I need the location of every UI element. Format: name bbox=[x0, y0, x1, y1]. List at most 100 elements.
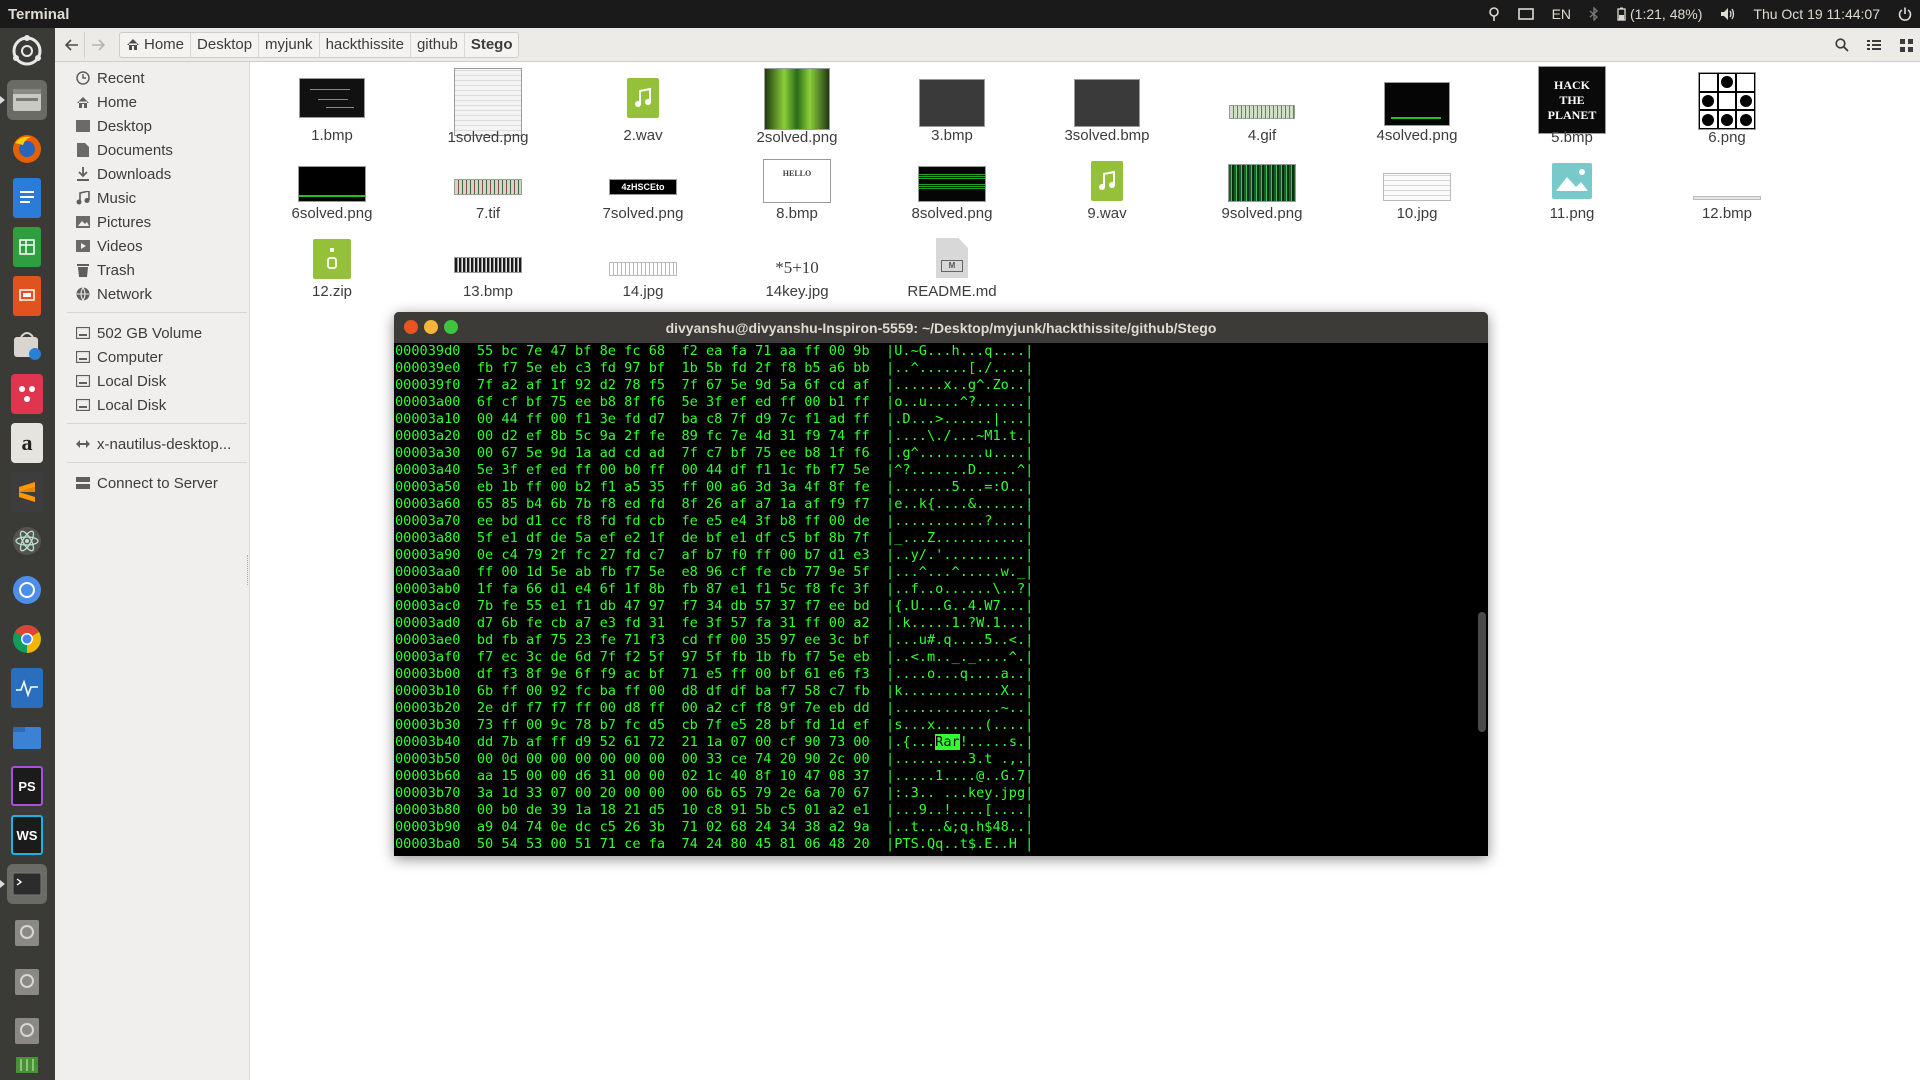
file-item[interactable]: 9.wav bbox=[1030, 146, 1184, 222]
grid-view-button[interactable] bbox=[1892, 31, 1920, 59]
file-item[interactable]: 4.gif bbox=[1185, 68, 1339, 144]
file-item[interactable]: 3solved.bmp bbox=[1030, 68, 1184, 144]
webstorm-icon[interactable]: WS bbox=[11, 815, 43, 855]
terminal-output[interactable]: 000039d0 55 bc 7e 47 bf 8e fc 68 f2 ea f… bbox=[394, 343, 1488, 853]
system-monitor-icon[interactable] bbox=[11, 668, 43, 708]
battery-indicator[interactable]: (1:21, 48%) bbox=[1617, 6, 1702, 22]
terminal-scrollbar[interactable] bbox=[1478, 612, 1486, 732]
sidebar-item-home[interactable]: Home bbox=[75, 91, 137, 113]
file-item[interactable]: 13.bmp bbox=[411, 224, 565, 300]
file-item[interactable]: 12.zip bbox=[255, 224, 409, 300]
file-item[interactable]: 6.png bbox=[1650, 68, 1804, 146]
dash-icon[interactable] bbox=[7, 31, 47, 71]
breadcrumb-hackthissite[interactable]: hackthissite bbox=[320, 32, 411, 57]
atom-icon[interactable] bbox=[7, 521, 47, 561]
bluetooth-icon[interactable] bbox=[1589, 7, 1599, 21]
file-name: 6.png bbox=[1708, 129, 1746, 146]
breadcrumb-stego[interactable]: Stego bbox=[465, 33, 519, 57]
keyboard-layout[interactable]: EN bbox=[1552, 6, 1571, 22]
screen-icon[interactable] bbox=[1517, 7, 1534, 21]
writer-icon[interactable] bbox=[13, 178, 41, 218]
app-icon[interactable] bbox=[11, 374, 43, 414]
bmp-thumb bbox=[1693, 196, 1761, 200]
location-icon[interactable] bbox=[1488, 7, 1500, 21]
sidebar-item-nautilus-desktop[interactable]: x-nautilus-desktop... bbox=[75, 433, 231, 455]
impress-icon[interactable] bbox=[13, 276, 41, 316]
drive-icon bbox=[75, 325, 91, 341]
sidebar-item-documents[interactable]: Documents bbox=[75, 139, 173, 161]
sublime-text-icon[interactable] bbox=[11, 472, 43, 512]
sidebar-item-local-disk[interactable]: Local Disk bbox=[75, 370, 166, 392]
sidebar-item-network[interactable]: Network bbox=[75, 283, 152, 305]
file-item[interactable]: 11.png bbox=[1495, 146, 1649, 222]
breadcrumb-myjunk[interactable]: myjunk bbox=[259, 32, 320, 57]
file-item[interactable]: 2solved.png bbox=[720, 68, 874, 146]
sidebar-label: 502 GB Volume bbox=[97, 324, 203, 342]
sidebar-item-videos[interactable]: Videos bbox=[75, 235, 143, 257]
sidebar-item-pictures[interactable]: Pictures bbox=[75, 211, 151, 233]
back-button[interactable] bbox=[59, 31, 85, 58]
close-button[interactable] bbox=[404, 320, 418, 334]
clock[interactable]: Thu Oct 19 11:44:07 bbox=[1753, 6, 1880, 22]
file-item[interactable]: 8solved.png bbox=[875, 146, 1029, 222]
file-item[interactable]: 4zHSCEto 7solved.png bbox=[566, 146, 720, 222]
amazon-icon[interactable]: a bbox=[11, 423, 43, 463]
list-view-button[interactable] bbox=[1860, 31, 1888, 59]
breadcrumb-desktop[interactable]: Desktop bbox=[191, 32, 260, 57]
terminal-line: 00003a40 5e 3f ef ed ff 00 b0 ff 00 44 d… bbox=[395, 462, 1034, 478]
chromium-icon[interactable] bbox=[7, 570, 47, 610]
maximize-button[interactable] bbox=[444, 320, 458, 334]
folder-icon[interactable] bbox=[7, 717, 47, 757]
minimize-button[interactable] bbox=[424, 320, 438, 334]
volume-icon[interactable] bbox=[1720, 7, 1735, 21]
file-item[interactable]: 4solved.png bbox=[1340, 68, 1494, 144]
firefox-icon[interactable] bbox=[7, 129, 47, 169]
sidebar-item-downloads[interactable]: Downloads bbox=[75, 163, 171, 185]
file-item[interactable]: *5+10 14key.jpg bbox=[720, 224, 874, 300]
terminal-icon[interactable] bbox=[0, 864, 47, 904]
file-item[interactable]: HACK THE PLANET 5.bmp bbox=[1495, 66, 1649, 146]
terminal-titlebar[interactable]: divyanshu@divyanshu-Inspiron-5559: ~/Des… bbox=[394, 312, 1488, 343]
sidebar-item-computer[interactable]: Computer bbox=[75, 346, 163, 368]
software-center-icon[interactable] bbox=[7, 325, 47, 365]
trash-icon[interactable] bbox=[7, 1048, 47, 1080]
file-item[interactable]: 2.wav bbox=[566, 68, 720, 144]
sidebar-item-connect-server[interactable]: Connect to Server bbox=[75, 472, 218, 494]
file-item[interactable]: 10.jpg bbox=[1340, 146, 1494, 222]
sidebar-item-trash[interactable]: Trash bbox=[75, 259, 135, 281]
breadcrumb-home[interactable]: Home bbox=[120, 32, 192, 57]
file-name: 6solved.png bbox=[291, 205, 373, 222]
calc-icon[interactable] bbox=[13, 227, 41, 267]
file-item[interactable]: 14.jpg bbox=[566, 224, 720, 300]
sidebar-item-local-disk-2[interactable]: Local Disk bbox=[75, 394, 166, 416]
disk-icon-3[interactable] bbox=[7, 1011, 47, 1051]
search-button[interactable] bbox=[1828, 31, 1856, 59]
files-icon[interactable] bbox=[0, 80, 47, 120]
file-item[interactable]: 1solved.png bbox=[411, 68, 565, 146]
sidebar-item-music[interactable]: Music bbox=[75, 187, 136, 209]
sidebar-item-recent[interactable]: Recent bbox=[75, 67, 145, 89]
music-icon bbox=[75, 190, 91, 206]
file-item[interactable]: M README.md bbox=[875, 224, 1029, 300]
file-item[interactable]: 7.tif bbox=[411, 146, 565, 222]
sidebar-item-desktop[interactable]: Desktop bbox=[75, 115, 152, 137]
top-panel: Terminal EN (1:21, 48%) Thu Oct 19 11:44… bbox=[0, 0, 1920, 28]
home-icon bbox=[75, 94, 91, 110]
forward-button[interactable] bbox=[85, 32, 111, 58]
file-item[interactable]: HELLO 8.bmp bbox=[720, 146, 874, 222]
chrome-icon[interactable] bbox=[7, 619, 47, 659]
file-item[interactable]: 9solved.png bbox=[1185, 146, 1339, 222]
power-icon[interactable] bbox=[1898, 7, 1912, 21]
png-thumb: 4zHSCEto bbox=[609, 179, 677, 195]
phpstorm-icon[interactable]: PS bbox=[11, 766, 43, 806]
file-item[interactable]: 12.bmp bbox=[1650, 146, 1804, 222]
breadcrumb-github[interactable]: github bbox=[411, 32, 465, 57]
terminal-window[interactable]: divyanshu@divyanshu-Inspiron-5559: ~/Des… bbox=[394, 312, 1488, 856]
file-item[interactable]: 3.bmp bbox=[875, 68, 1029, 144]
disk-icon-1[interactable] bbox=[7, 913, 47, 953]
pane-resize-handle[interactable] bbox=[247, 555, 251, 585]
file-item[interactable]: 1.bmp bbox=[255, 68, 409, 144]
disk-icon-2[interactable] bbox=[7, 962, 47, 1002]
file-item[interactable]: 6solved.png bbox=[255, 146, 409, 222]
sidebar-item-volume[interactable]: 502 GB Volume bbox=[75, 322, 202, 344]
